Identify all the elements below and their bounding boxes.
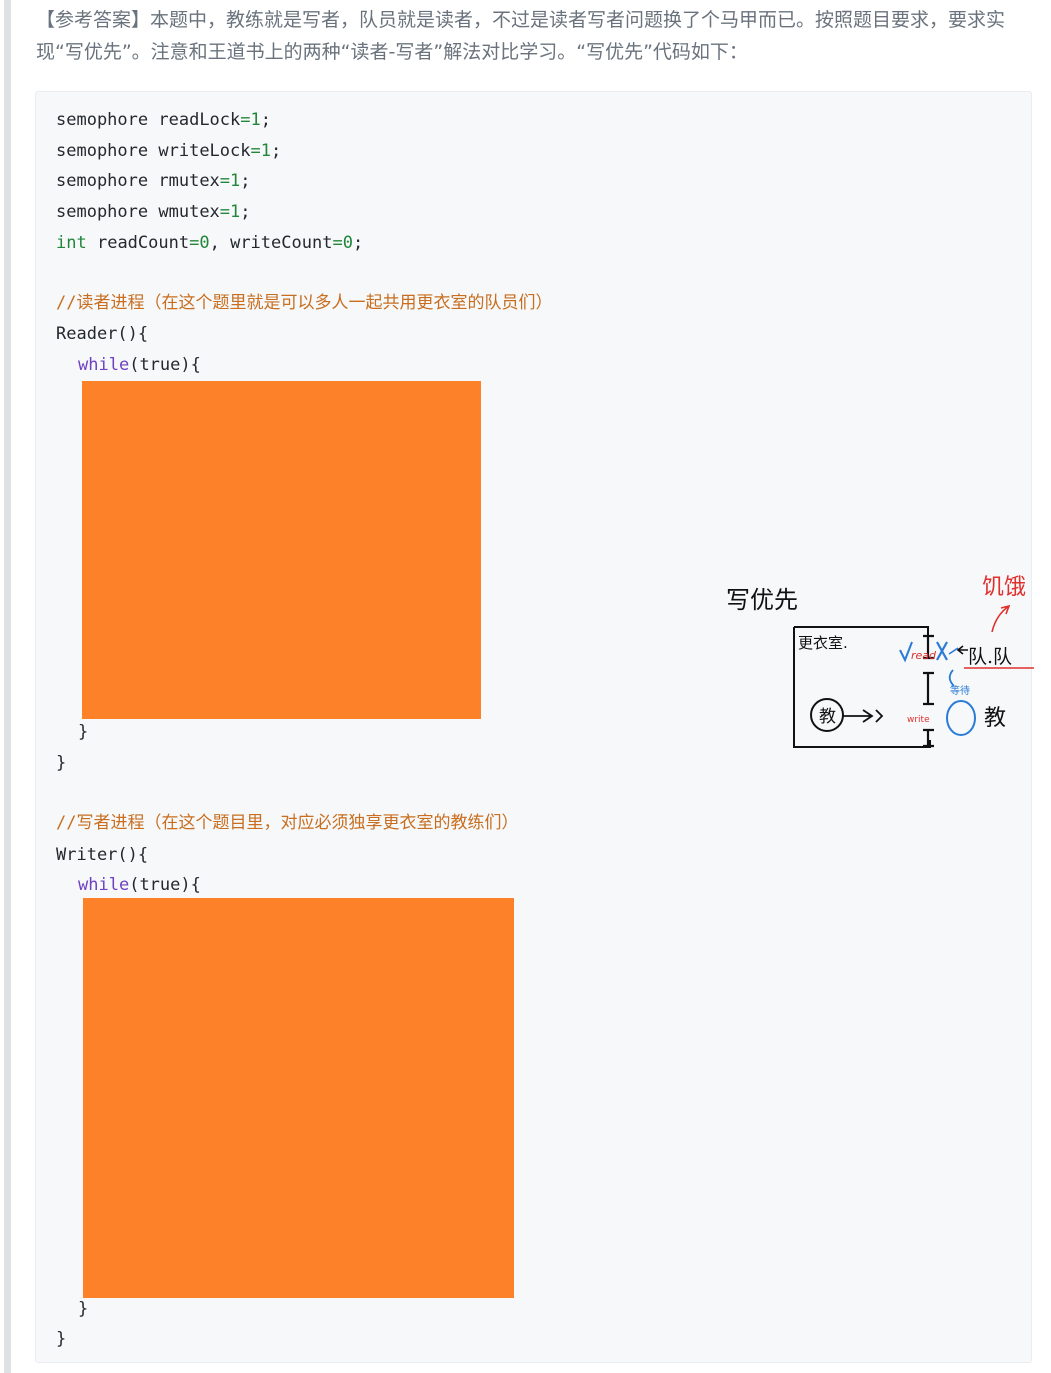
reader-comment: //读者进程（在这个题里就是可以多人一起共用更衣室的队员们） (56, 293, 553, 313)
reader-func-line: Reader(){ (56, 324, 149, 344)
writer-comment: //写者进程（在这个题目里，对应必须独享更衣室的教练们） (56, 813, 519, 833)
writer-while-line: while(true){ (78, 875, 201, 895)
sketch-coach-inside: 教 (819, 707, 836, 727)
reader-while-close: } (78, 722, 89, 742)
sketch-blue-note: 等待 (950, 684, 970, 697)
reader-func-close: } (56, 753, 67, 773)
sketch-hunger-arrow (991, 604, 1011, 633)
sketch-coach-outside: 教 (984, 706, 1006, 731)
sketch-hunger-note: 饥饿 (982, 575, 1026, 600)
code-line-int-decl: int readCount=0, writeCount=0; (56, 233, 364, 253)
writer-func-line: Writer(){ (56, 845, 149, 865)
reader-code-redaction (82, 381, 481, 719)
sketch-block-cross (936, 641, 948, 661)
sketch-players-label: 队.队 (968, 646, 1012, 668)
handwritten-sketch: 写优先 更衣室. 教 read write 队.队 饥饿 等待 教 (726, 575, 1034, 748)
sketch-waiting-coach-circle (946, 700, 976, 736)
sketch-blue-tick (948, 647, 959, 655)
sketch-write-door (923, 728, 934, 748)
sketch-room-label: 更衣室. (798, 634, 848, 652)
sketch-read-label: read (911, 649, 937, 662)
reader-while-line: while(true){ (78, 355, 201, 375)
blockquote-bar (4, 0, 11, 1373)
sketch-exit-arrow (843, 709, 884, 723)
code-line-decl: semophore wmutex=1; (56, 202, 251, 222)
sketch-blue-hook (948, 669, 955, 687)
sketch-title: 写优先 (726, 586, 798, 614)
sketch-player-arrow (956, 645, 968, 655)
writer-func-close: } (56, 1329, 67, 1349)
writer-code-redaction (83, 898, 514, 1298)
sketch-mid-bar (923, 671, 934, 706)
code-line-decl: semophore rmutex=1; (56, 171, 251, 191)
code-line-decl: semophore writeLock=1; (56, 141, 282, 161)
sketch-write-label: write (907, 715, 930, 725)
writer-while-close: } (78, 1299, 89, 1319)
answer-intro-text: 【参考答案】本题中，教练就是写者，队员就是读者，不过是读者写者问题换了个马甲而已… (36, 9, 1006, 63)
code-line-decl: semophore readLock=1; (56, 110, 272, 130)
